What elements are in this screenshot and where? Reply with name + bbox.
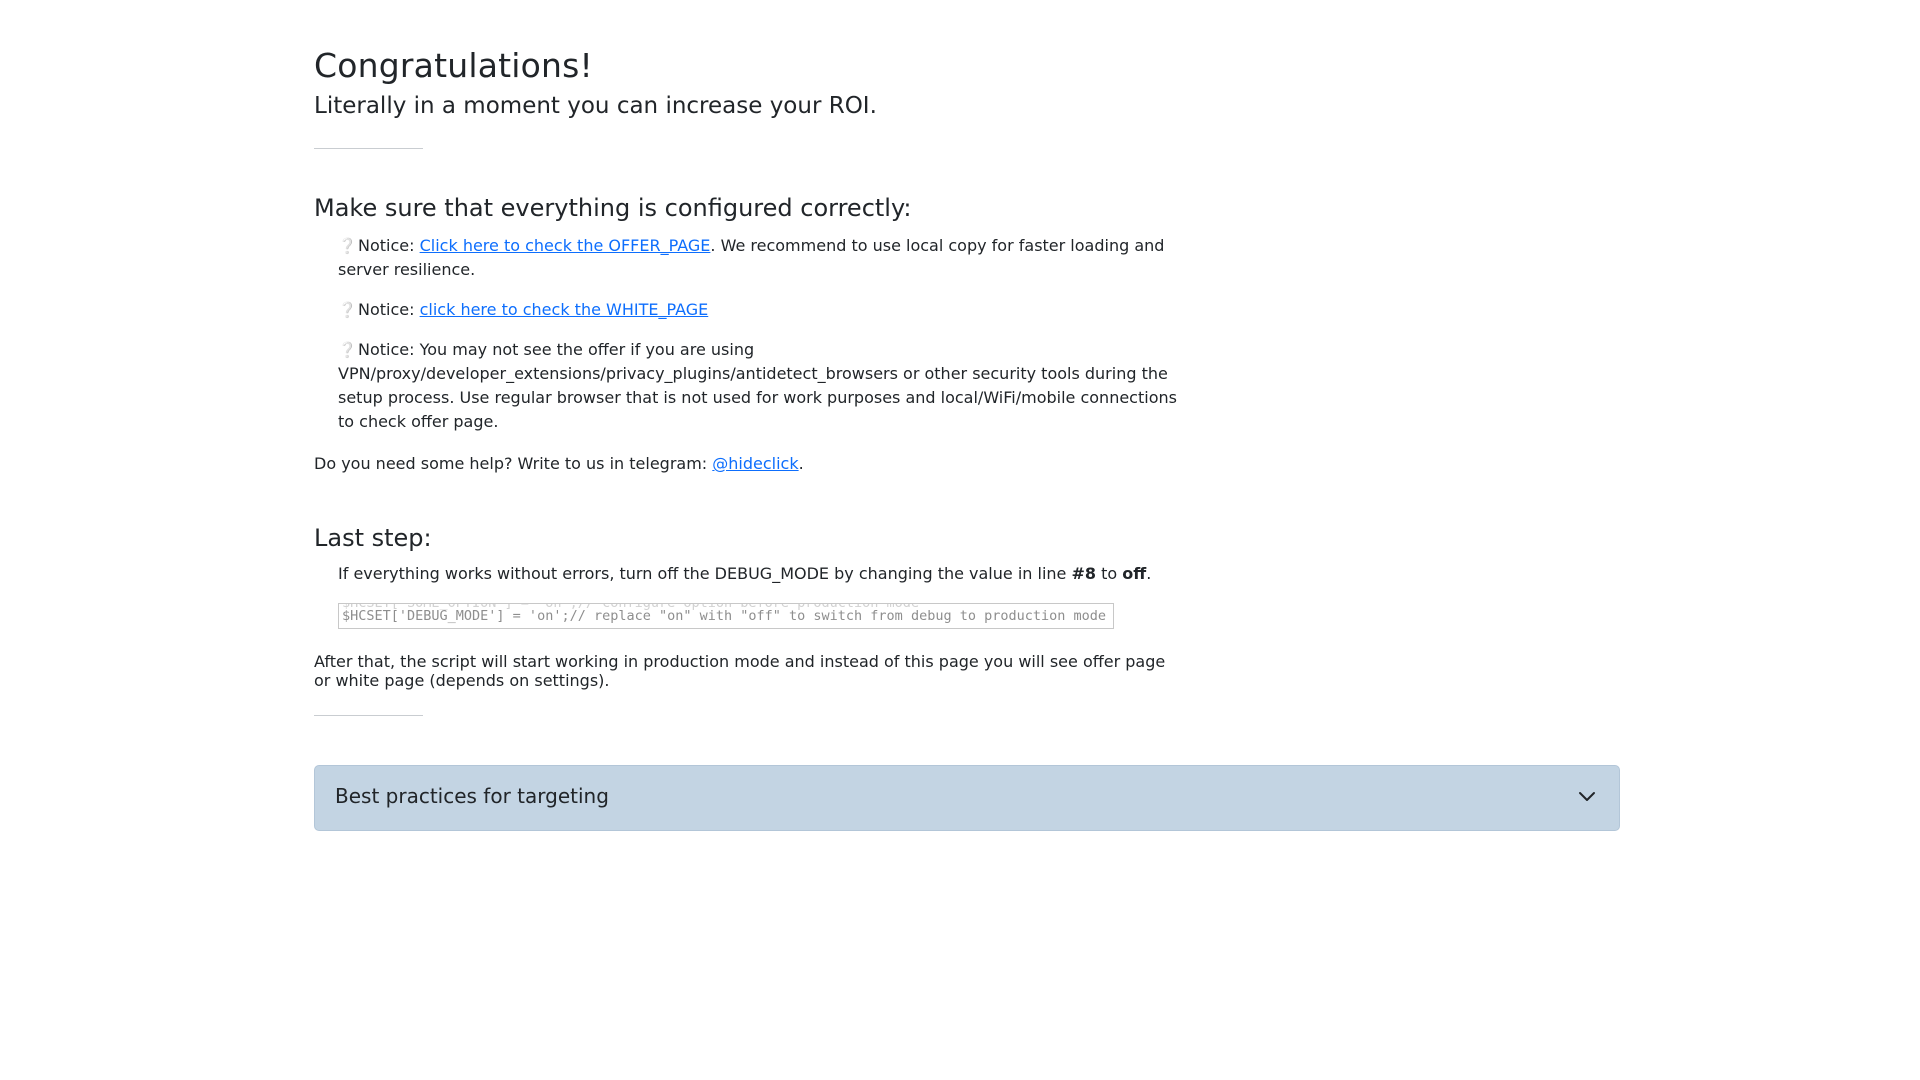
telegram-link[interactable]: @hideclick bbox=[712, 454, 798, 473]
notice-label: Notice: bbox=[358, 340, 415, 359]
check-white-page-link[interactable]: click here to check the WHITE_PAGE bbox=[420, 300, 709, 319]
page-title: Congratulations! bbox=[314, 46, 593, 85]
notice-offer-page: ❔Notice: Click here to check the OFFER_P… bbox=[338, 234, 1188, 282]
accordion-best-practices[interactable]: Best practices for targeting bbox=[314, 765, 1620, 831]
last-step-instruction: If everything works without errors, turn… bbox=[338, 562, 1151, 586]
notice-white-page: ❔Notice: click here to check the WHITE_P… bbox=[338, 298, 1188, 322]
notice-security-tools: ❔Notice: You may not see the offer if yo… bbox=[338, 338, 1188, 434]
chevron-down-icon bbox=[1579, 792, 1595, 801]
last-step-heading: Last step: bbox=[314, 524, 432, 552]
divider bbox=[314, 148, 423, 149]
line-number: #8 bbox=[1071, 564, 1097, 583]
notice-label: Notice: bbox=[358, 300, 415, 319]
help-line: Do you need some help? Write to us in te… bbox=[314, 452, 804, 476]
off-value: off bbox=[1122, 564, 1147, 583]
help-after: . bbox=[798, 454, 804, 473]
code-snippet-box[interactable]: $HCSET['SOME_OPTION'] = 'on';// configur… bbox=[338, 603, 1114, 629]
divider bbox=[314, 715, 423, 716]
code-line: $HCSET['DEBUG_MODE'] = 'on';// replace "… bbox=[342, 608, 1107, 624]
notice-text: You may not see the offer if you are usi… bbox=[338, 340, 1177, 431]
notice-label: Notice: bbox=[358, 236, 415, 255]
production-mode-note: After that, the script will start workin… bbox=[314, 652, 1166, 690]
question-icon: ❔ bbox=[338, 341, 357, 359]
question-icon: ❔ bbox=[338, 301, 357, 319]
page-subtitle: Literally in a moment you can increase y… bbox=[314, 93, 877, 119]
instruction-text: . bbox=[1146, 564, 1152, 583]
question-icon: ❔ bbox=[338, 237, 357, 255]
instruction-text: If everything works without errors, turn… bbox=[338, 564, 1067, 583]
check-offer-page-link[interactable]: Click here to check the OFFER_PAGE bbox=[420, 236, 711, 255]
accordion-title: Best practices for targeting bbox=[335, 784, 609, 808]
help-text: Do you need some help? Write to us in te… bbox=[314, 454, 708, 473]
config-heading: Make sure that everything is configured … bbox=[314, 194, 912, 222]
instruction-text: to bbox=[1101, 564, 1118, 583]
